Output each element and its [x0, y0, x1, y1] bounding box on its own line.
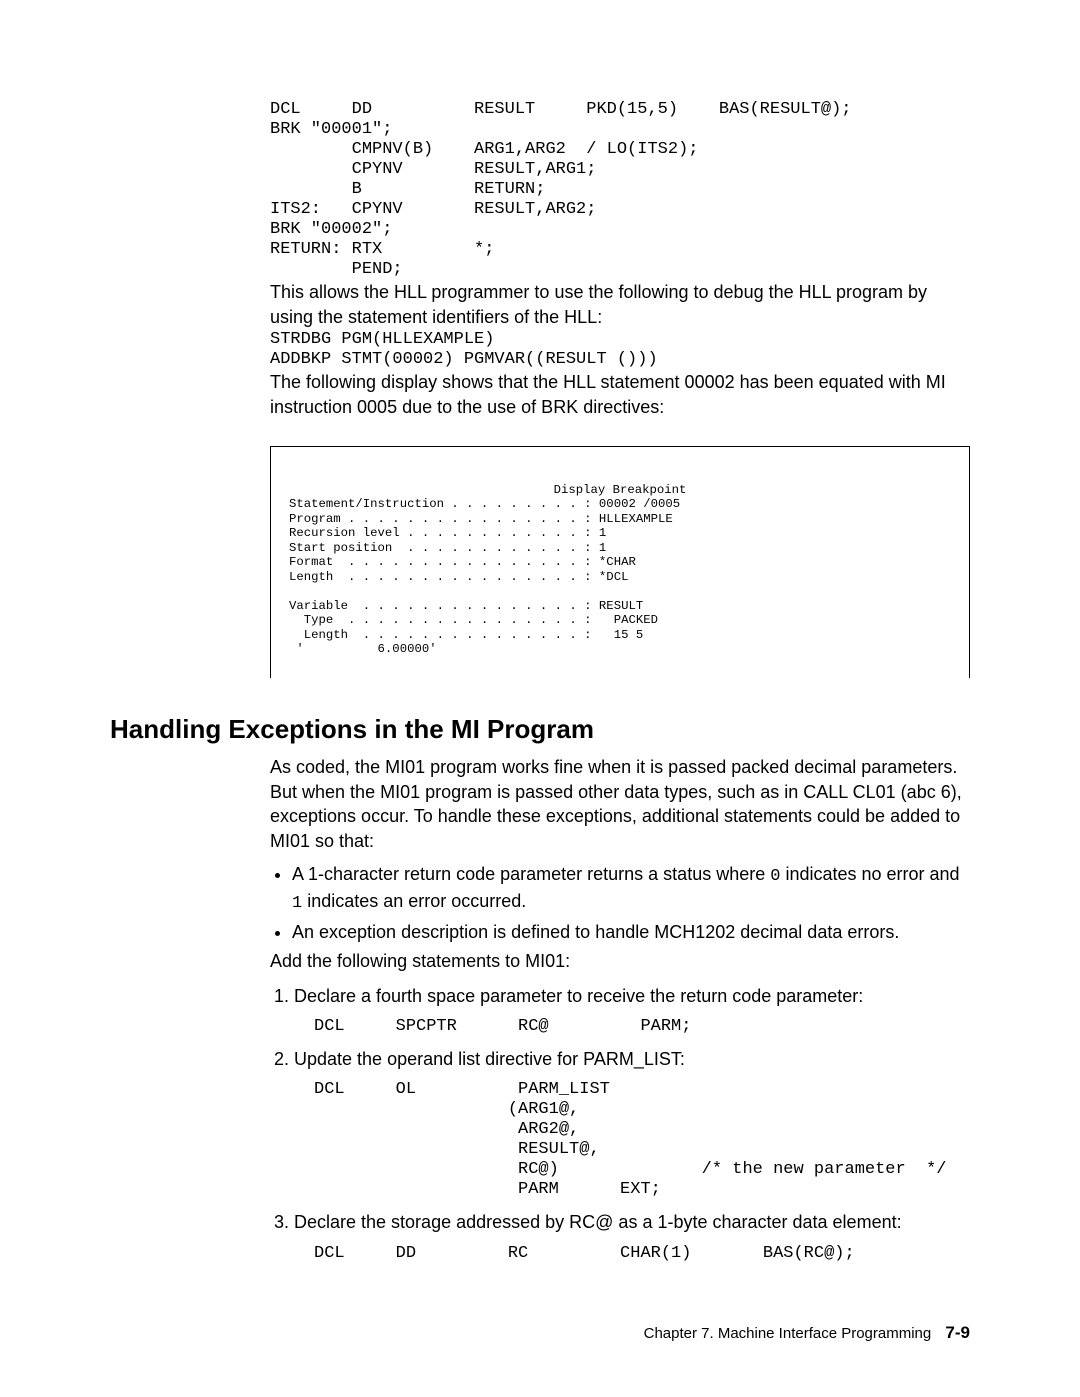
bullet-text: indicates an error occurred.: [302, 891, 526, 911]
section-heading-exceptions: Handling Exceptions in the MI Program: [110, 714, 970, 745]
footer-page-number: 7-9: [945, 1323, 970, 1342]
section-body: As coded, the MI01 program works fine wh…: [270, 755, 970, 1264]
bullet-text: indicates no error and: [780, 864, 959, 884]
paragraph-exceptions-intro: As coded, the MI01 program works fine wh…: [270, 755, 970, 854]
step-3: Declare the storage addressed by RC@ as …: [294, 1210, 970, 1263]
step-2: Update the operand list directive for PA…: [294, 1047, 970, 1200]
paragraph-intro-debug: This allows the HLL programmer to use th…: [270, 280, 970, 330]
page-footer: Chapter 7. Machine Interface Programming…: [644, 1323, 970, 1343]
page: DCL DD RESULT PKD(15,5) BAS(RESULT@); BR…: [0, 0, 1080, 1397]
ordered-steps: Declare a fourth space parameter to rece…: [270, 984, 970, 1264]
code-block-strdbg: STRDBG PGM(HLLEXAMPLE) ADDBKP STMT(00002…: [270, 330, 970, 370]
step-text: Declare a fourth space parameter to rece…: [294, 986, 863, 1006]
step-text: Update the operand list directive for PA…: [294, 1049, 685, 1069]
main-content-column: DCL DD RESULT PKD(15,5) BAS(RESULT@); BR…: [270, 100, 970, 678]
bullet-item-exception-desc: An exception description is defined to h…: [292, 920, 970, 945]
paragraph-add-statements: Add the following statements to MI01:: [270, 949, 970, 974]
display-breakpoint-title: Display Breakpoint: [289, 483, 951, 498]
bullet-item-return-code: A 1-character return code parameter retu…: [292, 862, 970, 916]
inline-code-one: 1: [292, 894, 302, 913]
code-block-hll-brk: DCL DD RESULT PKD(15,5) BAS(RESULT@); BR…: [270, 100, 970, 280]
code-block-step2: DCL OL PARM_LIST (ARG1@, ARG2@, RESULT@,…: [314, 1080, 970, 1200]
code-block-step1: DCL SPCPTR RC@ PARM;: [314, 1017, 970, 1037]
footer-chapter: Chapter 7. Machine Interface Programming: [644, 1325, 932, 1342]
step-1: Declare a fourth space parameter to rece…: [294, 984, 970, 1037]
paragraph-display-intro: The following display shows that the HLL…: [270, 370, 970, 420]
display-breakpoint-body: Statement/Instruction . . . . . . . . . …: [289, 497, 951, 657]
inline-code-zero: 0: [770, 867, 780, 886]
bullet-list: A 1-character return code parameter retu…: [270, 862, 970, 945]
code-block-step3: DCL DD RC CHAR(1) BAS(RC@);: [314, 1244, 970, 1264]
display-breakpoint-panel: Display Breakpoint Statement/Instruction…: [270, 446, 970, 678]
bullet-text: A 1-character return code parameter retu…: [292, 864, 770, 884]
step-text: Declare the storage addressed by RC@ as …: [294, 1212, 902, 1232]
